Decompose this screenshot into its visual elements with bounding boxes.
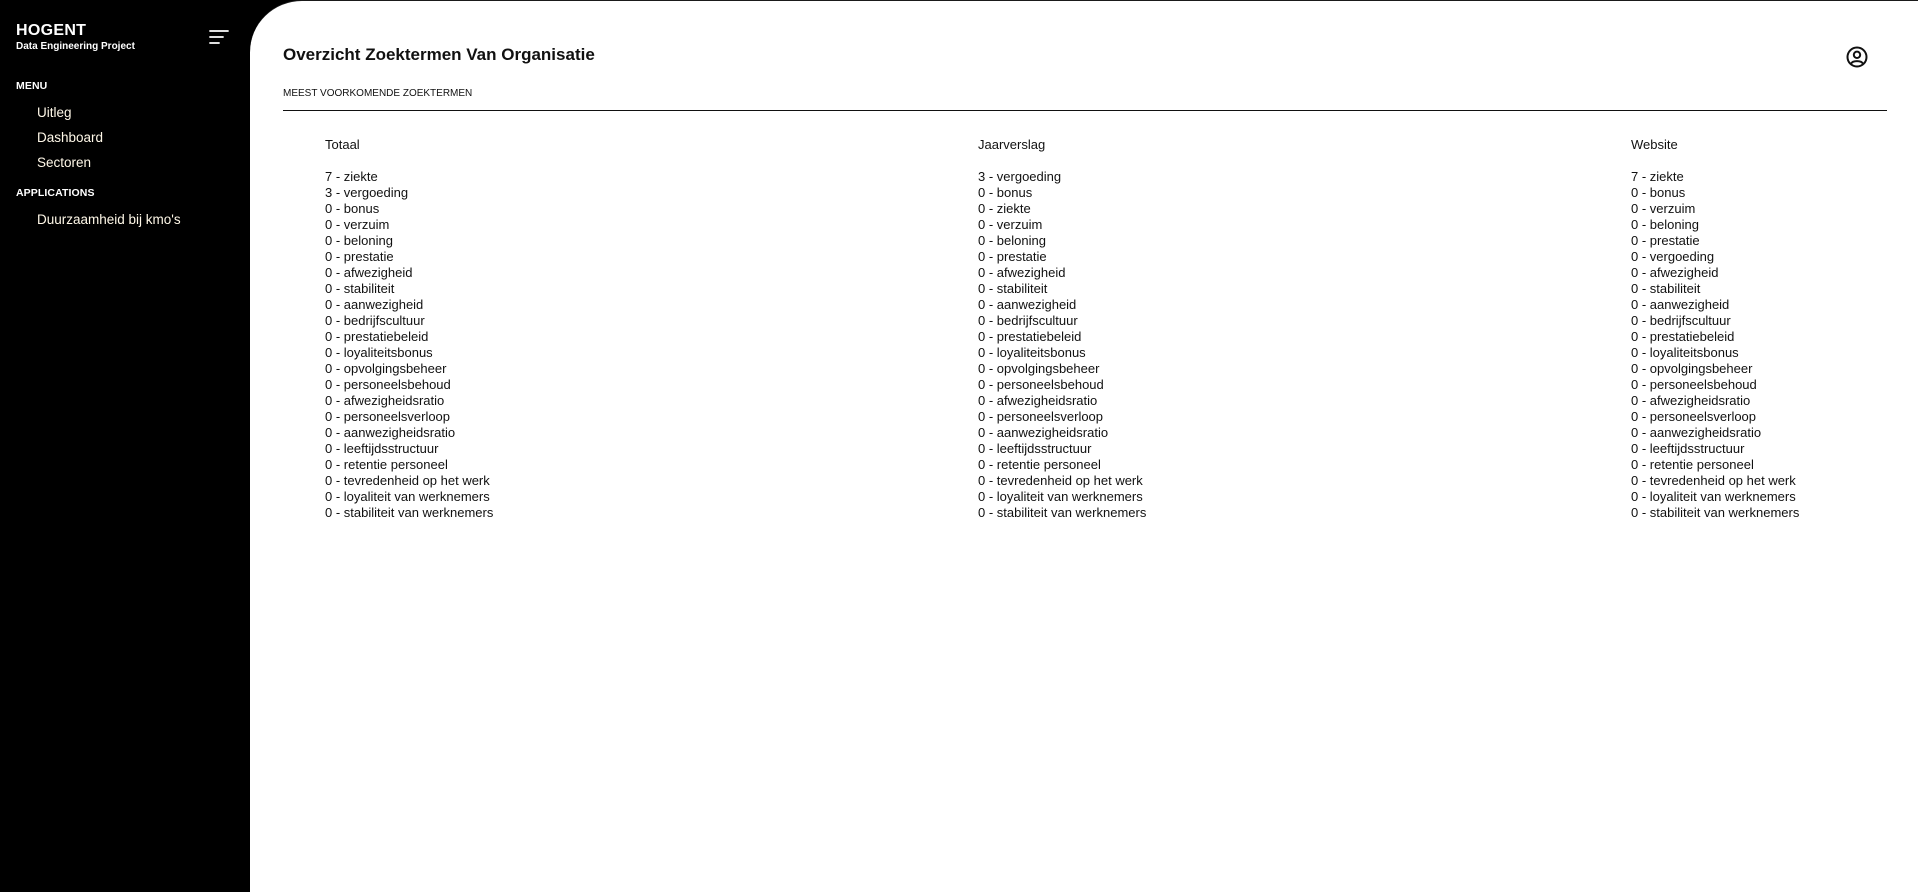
- list-item: 3 - vergoeding: [325, 185, 409, 200]
- menu-nav: Uitleg Dashboard Sectoren: [37, 100, 103, 175]
- list-item: 0 - prestatiebeleid: [325, 329, 429, 344]
- list-item: 0 - afwezigheid: [978, 265, 1066, 280]
- brand: HOGENT Data Engineering Project: [16, 22, 135, 53]
- list-item: 0 - beloning: [1631, 217, 1699, 232]
- list-item: 0 - afwezigheidsratio: [325, 393, 445, 408]
- list-item: 0 - prestatiebeleid: [1631, 329, 1735, 344]
- list-item: 0 - verzuim: [325, 217, 390, 232]
- list-item: 0 - verzuim: [978, 217, 1043, 232]
- hamburger-menu-icon[interactable]: [208, 28, 230, 46]
- list-item: 0 - prestatie: [325, 249, 394, 264]
- list-item: 0 - leeftijdsstructuur: [325, 441, 439, 456]
- list-item: 0 - ziekte: [978, 201, 1031, 216]
- list-item: 0 - bedrijfscultuur: [325, 313, 425, 328]
- term-list: 3 - vergoeding 0 - bonus 0 - ziekte 0 - ver…: [978, 169, 1338, 521]
- column-jaarverslag: Jaarverslag 3 - vergoeding 0 - bonus 0 - z…: [978, 136, 1338, 521]
- list-item: 0 - aanwezigheidsratio: [325, 425, 456, 440]
- list-item: 0 - opvolgingsbeheer: [1631, 361, 1753, 376]
- list-item: 0 - aanwezigheid: [325, 297, 424, 312]
- list-item: 0 - stabiliteit: [1631, 281, 1701, 296]
- list-item: 0 - tevredenheid op het werk: [325, 473, 490, 488]
- list-item: 7 - ziekte: [325, 169, 378, 184]
- sidebar: HOGENT Data Engineering Project MENU Uit…: [0, 0, 250, 892]
- list-item: 0 - bedrijfscultuur: [1631, 313, 1731, 328]
- list-item: 0 - aanwezigheid: [978, 297, 1077, 312]
- list-item: 0 - prestatie: [1631, 233, 1700, 248]
- sidebar-item-duurzaamheid[interactable]: Duurzaamheid bij kmo's: [37, 207, 181, 232]
- brand-subtitle: Data Engineering Project: [16, 41, 135, 52]
- list-item: 0 - bedrijfscultuur: [978, 313, 1078, 328]
- menu-section-label: MENU: [16, 80, 48, 92]
- list-item: 0 - tevredenheid op het werk: [1631, 473, 1796, 488]
- list-item: 0 - personeelsverloop: [978, 409, 1104, 424]
- brand-title: HOGENT: [16, 22, 87, 39]
- list-item: 0 - opvolgingsbeheer: [325, 361, 447, 376]
- list-item: 0 - loyaliteit van werknemers: [325, 489, 490, 504]
- section-subtitle: MEEST VOORKOMENDE ZOEKTERMEN: [283, 88, 473, 99]
- list-item: 0 - loyaliteit van werknemers: [978, 489, 1143, 504]
- list-item: 0 - leeftijdsstructuur: [978, 441, 1092, 456]
- list-item: 0 - opvolgingsbeheer: [978, 361, 1100, 376]
- list-item: 0 - beloning: [978, 233, 1046, 248]
- list-item: 0 - aanwezigheidsratio: [978, 425, 1109, 440]
- list-item: 0 - afwezigheid: [1631, 265, 1719, 280]
- list-item: 0 - prestatiebeleid: [978, 329, 1082, 344]
- list-item: 0 - afwezigheid: [325, 265, 413, 280]
- column-title: Totaal: [325, 137, 360, 152]
- list-item: 0 - personeelsverloop: [325, 409, 451, 424]
- list-item: 0 - leeftijdsstructuur: [1631, 441, 1745, 456]
- list-item: 0 - stabiliteit: [978, 281, 1048, 296]
- sidebar-item-sectoren[interactable]: Sectoren: [37, 150, 103, 175]
- list-item: 0 - loyaliteitsbonus: [325, 345, 433, 360]
- term-list: 7 - ziekte 3 - vergoeding 0 - bonus 0 - ver…: [325, 169, 685, 521]
- list-item: 0 - beloning: [325, 233, 393, 248]
- applications-nav: Duurzaamheid bij kmo's: [37, 207, 181, 232]
- list-item: 0 - aanwezigheid: [1631, 297, 1730, 312]
- list-item: 0 - stabiliteit van werknemers: [978, 505, 1147, 520]
- list-item: 0 - stabiliteit van werknemers: [325, 505, 494, 520]
- list-item: 0 - aanwezigheidsratio: [1631, 425, 1762, 440]
- list-item: 0 - verzuim: [1631, 201, 1696, 216]
- list-item: 0 - personeelsverloop: [1631, 409, 1757, 424]
- list-item: 0 - personeelsbehoud: [1631, 377, 1757, 392]
- list-item: 0 - bonus: [1631, 185, 1686, 200]
- page-title: Overzicht Zoektermen Van Organisatie: [283, 45, 595, 64]
- column-totaal: Totaal 7 - ziekte 3 - vergoeding 0 - bonus…: [325, 136, 685, 521]
- list-item: 0 - prestatie: [978, 249, 1047, 264]
- list-item: 0 - tevredenheid op het werk: [978, 473, 1143, 488]
- user-circle-icon[interactable]: [1846, 46, 1868, 68]
- list-item: 0 - bonus: [325, 201, 380, 216]
- list-item: 0 - retentie personeel: [978, 457, 1101, 472]
- list-item: 0 - afwezigheidsratio: [978, 393, 1098, 408]
- main-content: Overzicht Zoektermen Van Organisatie MEE…: [250, 0, 1918, 892]
- list-item: 0 - personeelsbehoud: [978, 377, 1104, 392]
- list-item: 0 - loyaliteitsbonus: [1631, 345, 1739, 360]
- column-title: Jaarverslag: [978, 137, 1046, 152]
- sidebar-item-uitleg[interactable]: Uitleg: [37, 100, 103, 125]
- applications-section-label: APPLICATIONS: [16, 187, 95, 199]
- sidebar-item-dashboard[interactable]: Dashboard: [37, 125, 103, 150]
- list-item: 0 - personeelsbehoud: [325, 377, 451, 392]
- list-item: 0 - bonus: [978, 185, 1033, 200]
- list-item: 0 - retentie personeel: [1631, 457, 1754, 472]
- column-website: Website 7 - ziekte 0 - bonus 0 - verzuim 0 …: [1631, 136, 1918, 521]
- list-item: 7 - ziekte: [1631, 169, 1684, 184]
- term-list: 7 - ziekte 0 - bonus 0 - verzuim 0 - beloni…: [1631, 169, 1918, 521]
- column-title: Website: [1631, 137, 1678, 152]
- list-item: 0 - loyaliteit van werknemers: [1631, 489, 1796, 504]
- list-item: 3 - vergoeding: [978, 169, 1062, 184]
- list-item: 0 - stabiliteit van werknemers: [1631, 505, 1800, 520]
- list-item: 0 - retentie personeel: [325, 457, 448, 472]
- list-item: 0 - vergoeding: [1631, 249, 1715, 264]
- divider: [283, 110, 1887, 111]
- list-item: 0 - afwezigheidsratio: [1631, 393, 1751, 408]
- list-item: 0 - stabiliteit: [325, 281, 395, 296]
- list-item: 0 - loyaliteitsbonus: [978, 345, 1086, 360]
